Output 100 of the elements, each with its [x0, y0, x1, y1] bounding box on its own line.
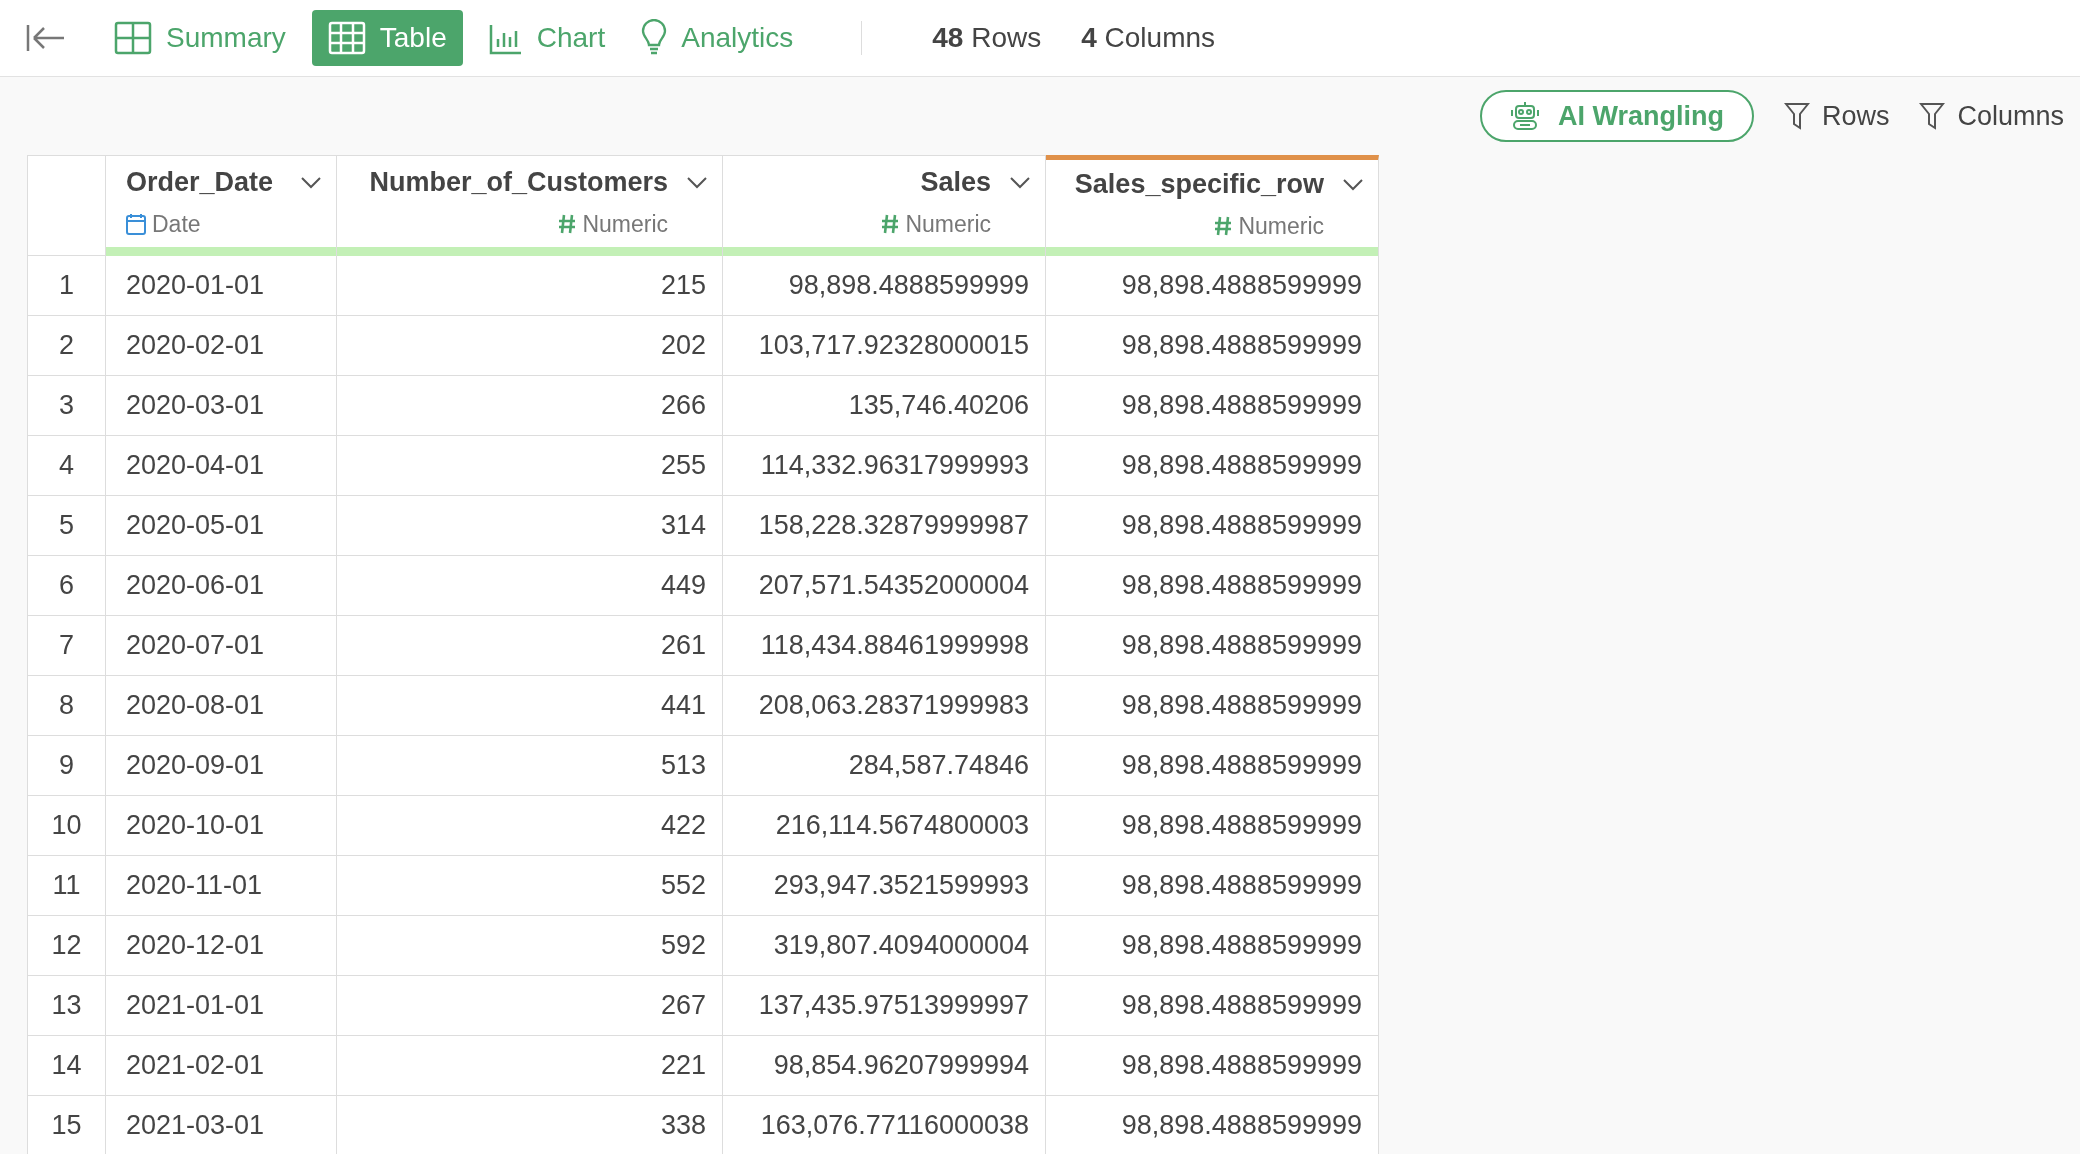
table-cell: 261 — [337, 616, 723, 676]
table-cell: 163,076.77116000038 — [723, 1096, 1046, 1154]
table-cell: 98,898.4888599999 — [1046, 316, 1379, 376]
table-cell: 98,898.4888599999 — [1046, 916, 1379, 976]
row-number: 2 — [28, 316, 106, 376]
table-cell: 98,898.4888599999 — [1046, 736, 1379, 796]
chevron-down-icon[interactable] — [300, 175, 322, 190]
count-label: 48 Rows — [932, 21, 1042, 55]
table-cell: 441 — [337, 676, 723, 736]
table-cell: 98,898.4888599999 — [1046, 496, 1379, 556]
table-cell: 103,717.92328000015 — [723, 316, 1046, 376]
hash-icon — [1214, 215, 1233, 236]
grid-icon — [114, 21, 152, 55]
row-number: 14 — [28, 1036, 106, 1096]
table-cell: 422 — [337, 796, 723, 856]
column-name: Order_Date — [126, 166, 274, 199]
table-cell: 314 — [337, 496, 723, 556]
column-header[interactable]: Number_of_Customers Numeric — [337, 156, 723, 256]
column-name: Sales_specific_row — [1074, 168, 1324, 201]
lightbulb-icon — [641, 19, 668, 57]
table-cell: 208,063.28371999983 — [723, 676, 1046, 736]
table-cell: 2020-03-01 — [106, 376, 337, 436]
row-number: 4 — [28, 436, 106, 496]
chevron-down-icon[interactable] — [1342, 177, 1364, 192]
table-cell: 98,898.4888599999 — [1046, 616, 1379, 676]
chevron-down-icon[interactable] — [686, 175, 708, 190]
table-cell: 98,898.4888599999 — [723, 256, 1046, 316]
table-cell: 2020-12-01 — [106, 916, 337, 976]
table-cell: 2020-10-01 — [106, 796, 337, 856]
column-name: Number_of_Customers — [369, 166, 668, 199]
table-icon — [327, 21, 366, 55]
table-cell: 2020-11-01 — [106, 856, 337, 916]
table-cell: 2020-08-01 — [106, 676, 337, 736]
count-label: 4 Columns — [1081, 21, 1216, 55]
column-type: Date — [152, 209, 201, 239]
row-number: 11 — [28, 856, 106, 916]
filter-icon — [1919, 102, 1946, 130]
table-cell: 2020-01-01 — [106, 256, 337, 316]
table-cell: 137,435.97513999997 — [723, 976, 1046, 1036]
table-cell: 2020-06-01 — [106, 556, 337, 616]
row-number: 6 — [28, 556, 106, 616]
column-type: Numeric — [1238, 211, 1324, 241]
table-cell: 449 — [337, 556, 723, 616]
table-cell: 118,434.88461999998 — [723, 616, 1046, 676]
table-cell: 2021-02-01 — [106, 1036, 337, 1096]
column-name: Sales — [920, 166, 991, 199]
table-cell: 98,898.4888599999 — [1046, 1036, 1379, 1096]
table-cell: 2020-07-01 — [106, 616, 337, 676]
table-cell: 135,746.40206 — [723, 376, 1046, 436]
robot-icon — [1509, 101, 1540, 131]
table-cell: 221 — [337, 1036, 723, 1096]
table-cell: 98,898.4888599999 — [1046, 796, 1379, 856]
table-cell: 216,114.5674800003 — [723, 796, 1046, 856]
table-cell: 2020-09-01 — [106, 736, 337, 796]
table-cell: 98,898.4888599999 — [1046, 256, 1379, 316]
table-cell: 319,807.4094000004 — [723, 916, 1046, 976]
table-cell: 2021-01-01 — [106, 976, 337, 1036]
table-cell: 2020-02-01 — [106, 316, 337, 376]
chevron-down-icon[interactable] — [1009, 175, 1031, 190]
table-cell: 98,898.4888599999 — [1046, 556, 1379, 616]
row-number: 7 — [28, 616, 106, 676]
column-header[interactable]: Sales_specific_row Numeric — [1046, 155, 1379, 256]
hash-icon — [558, 213, 577, 234]
table-cell: 98,898.4888599999 — [1046, 1096, 1379, 1154]
table-cell: 98,898.4888599999 — [1046, 436, 1379, 496]
table-cell: 2020-05-01 — [106, 496, 337, 556]
table-cell: 98,854.96207999994 — [723, 1036, 1046, 1096]
column-header[interactable]: Sales Numeric — [723, 156, 1046, 256]
table-cell: 293,947.3521599993 — [723, 856, 1046, 916]
column-type: Numeric — [905, 209, 991, 239]
column-header[interactable]: Order_Date Date — [106, 156, 337, 256]
table-cell: 255 — [337, 436, 723, 496]
row-number: 1 — [28, 256, 106, 316]
row-number: 8 — [28, 676, 106, 736]
hash-icon — [881, 213, 900, 234]
table-cell: 202 — [337, 316, 723, 376]
calendar-icon — [126, 212, 146, 235]
table-cell: 513 — [337, 736, 723, 796]
table-cell: 2020-04-01 — [106, 436, 337, 496]
table-cell: 215 — [337, 256, 723, 316]
table-cell: 98,898.4888599999 — [1046, 856, 1379, 916]
table-cell: 98,898.4888599999 — [1046, 676, 1379, 736]
column-type: Numeric — [582, 209, 668, 239]
row-number: 3 — [28, 376, 106, 436]
filter-button[interactable]: Rows — [1783, 95, 1890, 137]
table-cell: 266 — [337, 376, 723, 436]
row-number: 9 — [28, 736, 106, 796]
table-cell: 2021-03-01 — [106, 1096, 337, 1154]
table-cell: 592 — [337, 916, 723, 976]
filter-button[interactable]: Columns — [1919, 95, 2064, 137]
row-number: 15 — [28, 1096, 106, 1154]
collapse-icon[interactable] — [26, 22, 66, 54]
row-number: 12 — [28, 916, 106, 976]
table-cell: 114,332.96317999993 — [723, 436, 1046, 496]
row-number: 5 — [28, 496, 106, 556]
table-cell: 207,571.54352000004 — [723, 556, 1046, 616]
table-cell: 284,587.74846 — [723, 736, 1046, 796]
table-cell: 98,898.4888599999 — [1046, 976, 1379, 1036]
row-number: 13 — [28, 976, 106, 1036]
filter-icon — [1783, 102, 1810, 130]
